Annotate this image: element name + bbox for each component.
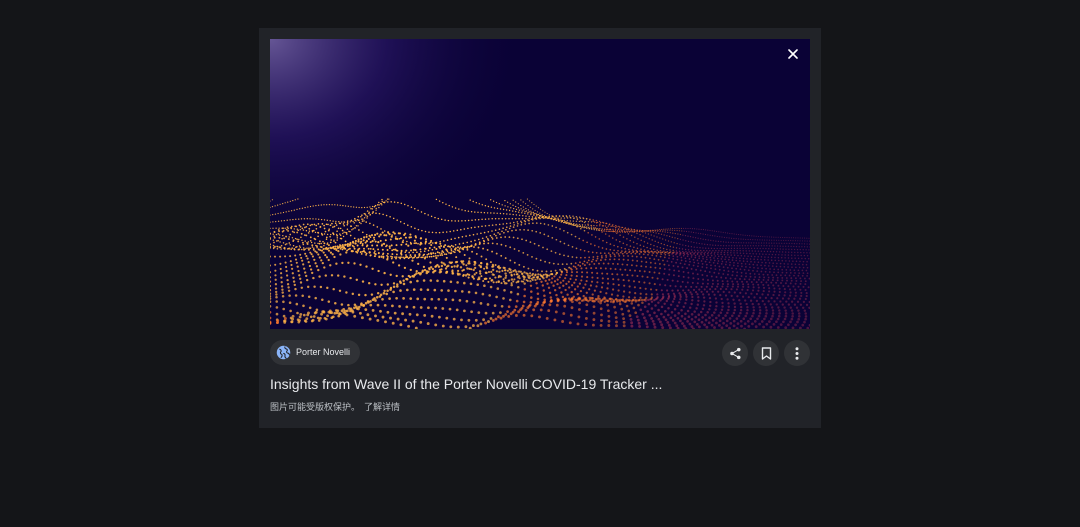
result-title[interactable]: Insights from Wave II of the Porter Nove… [270,375,810,393]
copyright-text: 图片可能受版权保护。 [270,402,361,412]
close-button[interactable] [782,43,804,65]
more-options-button[interactable] [784,340,810,366]
action-buttons [722,340,810,366]
share-icon [729,347,741,359]
close-icon [788,49,798,59]
preview-image[interactable] [270,39,810,329]
share-button[interactable] [722,340,748,366]
wave-artwork [270,39,810,329]
save-button[interactable] [753,340,779,366]
image-preview-panel: Porter Novelli Insights from Wave II of … [259,28,821,428]
more-vert-icon [795,346,799,360]
learn-more-link[interactable]: 了解详情 [364,402,400,412]
source-chip[interactable]: Porter Novelli [270,340,361,365]
source-name: Porter Novelli [296,347,351,357]
copyright-notice: 图片可能受版权保护。 了解详情 [270,401,400,413]
globe-icon [276,345,291,360]
bookmark-icon [761,346,771,360]
